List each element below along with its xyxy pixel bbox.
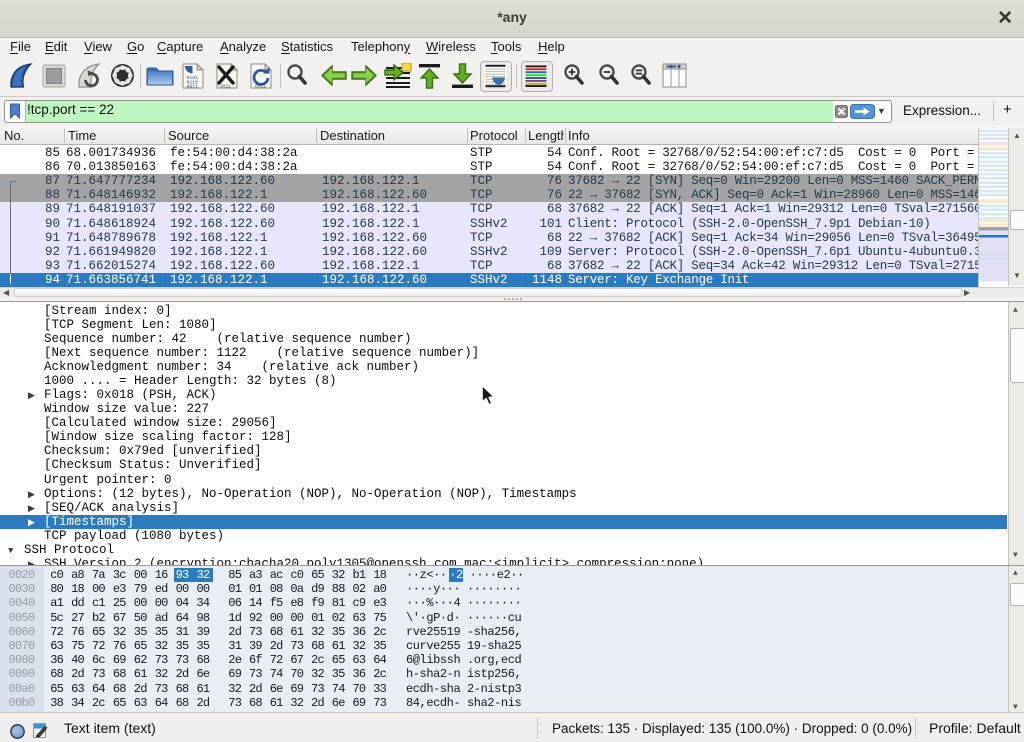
svg-text:0011: 0011 (220, 84, 231, 90)
svg-text:0011: 0011 (255, 84, 266, 90)
svg-text:0011: 0011 (187, 84, 199, 89)
